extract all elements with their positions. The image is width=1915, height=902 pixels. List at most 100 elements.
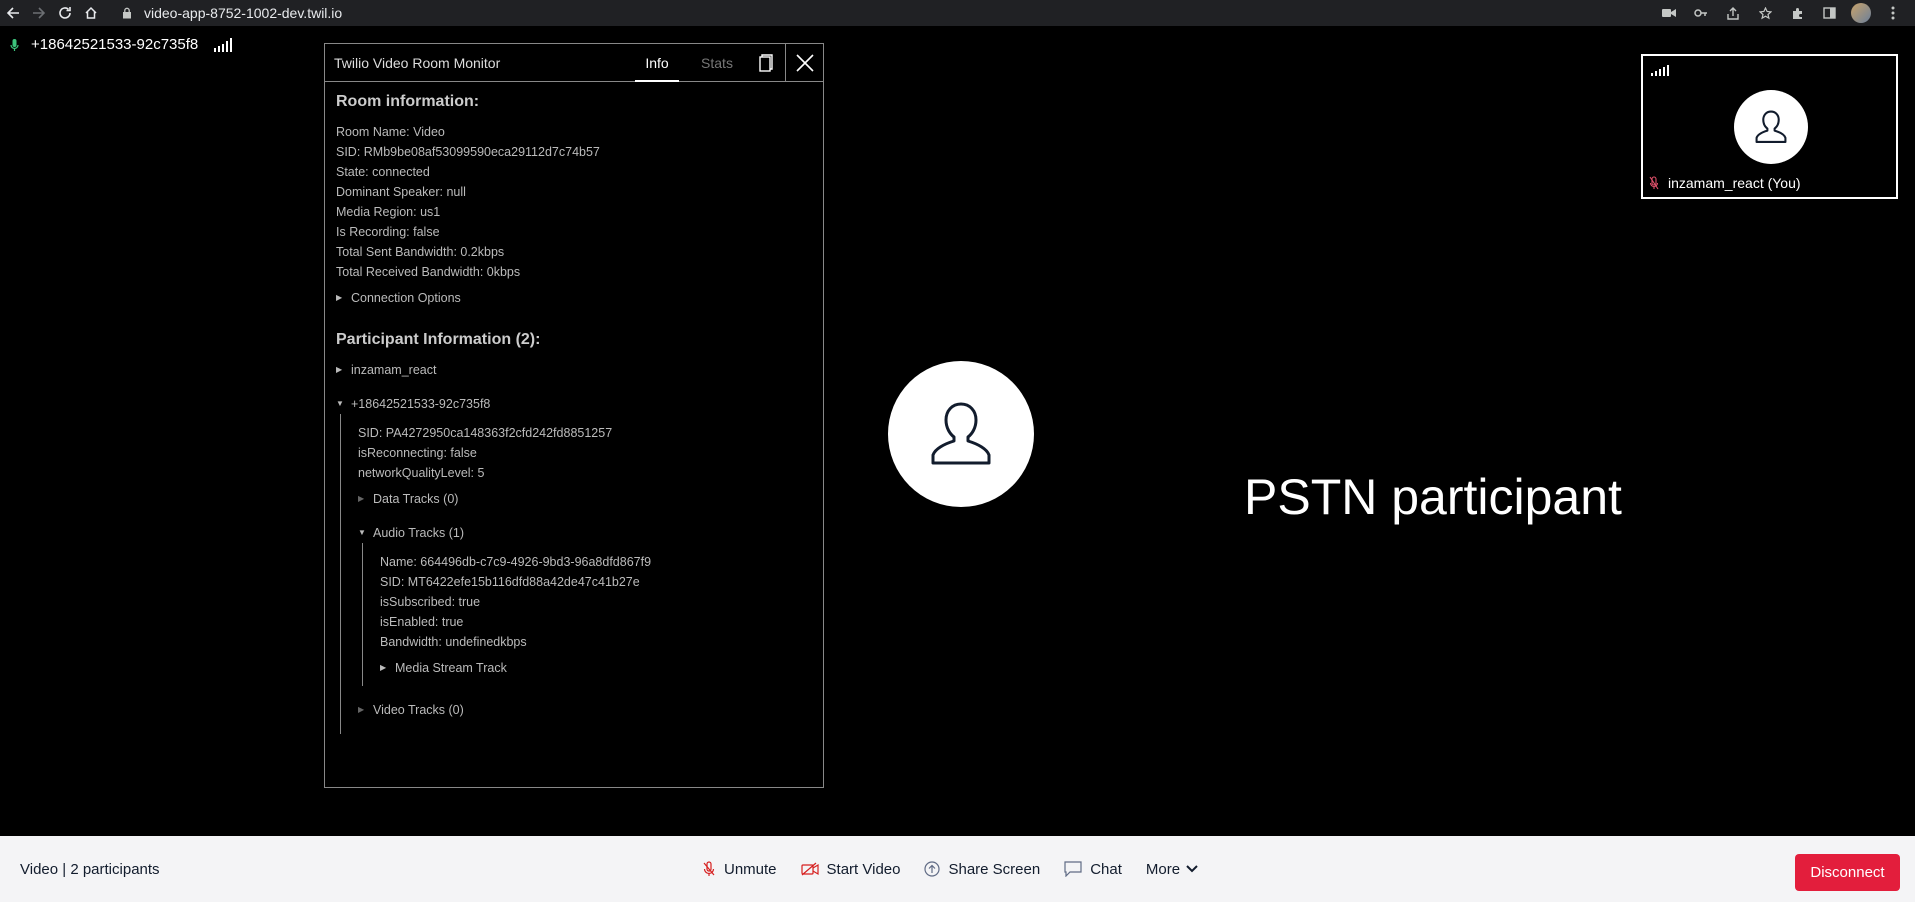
room-sid: SID: RMb9be08af53099590eca29112d7c74b57 (336, 145, 600, 159)
caret-right-icon: ▶ (358, 494, 365, 503)
user-icon (931, 402, 991, 465)
network-quality-icon (1651, 62, 1669, 76)
room-info-heading: Room information: (336, 93, 480, 110)
caret-right-icon: ▶ (336, 365, 343, 374)
caret-right-icon: ▶ (336, 293, 343, 302)
participant-name: +18642521533-92c735f8 (351, 397, 491, 411)
arrow-left-icon (6, 7, 19, 19)
menu-icon[interactable] (1877, 0, 1909, 26)
copy-button[interactable] (747, 44, 785, 81)
room-sent-bandwidth: Total Sent Bandwidth: 0.2kbps (336, 245, 505, 259)
extensions-icon[interactable] (1781, 0, 1813, 26)
audio-track-details: Name: 664496db-c7c9-4926-9bd3-96a8dfd867… (362, 543, 812, 686)
media-stream-track-toggle[interactable]: ▶ Media Stream Track (380, 658, 812, 678)
video-tracks-toggle[interactable]: ▶ Video Tracks (0) (358, 700, 812, 720)
media-stream-track-label: Media Stream Track (395, 661, 507, 675)
share-screen-icon (924, 861, 941, 877)
room-state: State: connected (336, 165, 430, 179)
start-video-label: Start Video (826, 860, 901, 878)
start-video-button[interactable]: Start Video (789, 861, 913, 878)
share-screen-button[interactable]: Share Screen (912, 861, 1052, 878)
control-bar: Video | 2 participants Unmute Start Vide… (0, 836, 1915, 902)
home-icon (85, 6, 97, 19)
room-dominant-speaker: Dominant Speaker: null (336, 185, 466, 199)
more-button[interactable]: More (1134, 861, 1210, 878)
chat-icon (1064, 861, 1082, 877)
unmute-button[interactable]: Unmute (690, 861, 789, 878)
unmute-label: Unmute (724, 860, 777, 878)
close-icon (795, 53, 814, 72)
side-panel-icon[interactable] (1813, 0, 1845, 26)
participant-reconnecting: isReconnecting: false (358, 446, 477, 460)
share-icon[interactable] (1717, 0, 1749, 26)
data-tracks-toggle[interactable]: ▶ Data Tracks (0) (358, 489, 812, 509)
local-preview-label: inzamam_react (You) (1668, 175, 1801, 191)
camera-icon[interactable] (1653, 0, 1685, 26)
disconnect-button[interactable]: Disconnect (1795, 854, 1900, 891)
track-enabled: isEnabled: true (380, 615, 464, 629)
tab-info[interactable]: Info (627, 44, 687, 82)
track-subscribed: isSubscribed: true (380, 595, 481, 609)
local-participant-label: +18642521533-92c735f8 (10, 36, 233, 53)
local-preview-tile[interactable]: inzamam_react (You) (1641, 54, 1898, 199)
room-info-text: Video | 2 participants (20, 860, 160, 878)
remote-participant-avatar (888, 361, 1034, 507)
video-off-icon (800, 862, 819, 876)
url-text: video-app-8752-1002-dev.twil.io (144, 5, 343, 21)
track-bandwidth: Bandwidth: undefinedkbps (380, 635, 527, 649)
room-media-region: Media Region: us1 (336, 205, 441, 219)
local-preview-name: inzamam_react (You) (1649, 175, 1801, 191)
user-icon (1755, 110, 1787, 143)
room-received-bandwidth: Total Received Bandwidth: 0kbps (336, 265, 521, 279)
participant-name: inzamam_react (351, 363, 437, 377)
close-button[interactable] (785, 44, 823, 81)
copy-icon (759, 53, 773, 72)
participant-network-quality: networkQualityLevel: 5 (358, 466, 485, 480)
remote-participant-label: PSTN participant (1244, 469, 1622, 525)
profile-avatar[interactable] (1845, 0, 1877, 26)
participant-toggle[interactable]: ▼ +18642521533-92c735f8 (336, 394, 812, 414)
network-quality-icon (214, 37, 233, 52)
tab-stats[interactable]: Stats (687, 44, 747, 81)
share-screen-label: Share Screen (948, 860, 1041, 878)
participant-info-heading: Participant Information (2): (336, 331, 541, 348)
star-icon[interactable] (1749, 0, 1781, 26)
more-label: More (1145, 860, 1181, 878)
address-bar[interactable]: video-app-8752-1002-dev.twil.io (122, 0, 342, 26)
mic-icon (10, 38, 19, 51)
audio-tracks-toggle[interactable]: ▼ Audio Tracks (1) (358, 523, 812, 543)
connection-options-label: Connection Options (351, 291, 461, 305)
participant-sid: SID: PA4272950ca148363f2cfd242fd8851257 (358, 426, 613, 440)
participant-details: SID: PA4272950ca148363f2cfd242fd8851257 … (340, 414, 812, 734)
arrow-right-icon (33, 7, 46, 19)
home-button[interactable] (78, 0, 104, 26)
chat-button[interactable]: Chat (1052, 861, 1134, 878)
participant-toggle[interactable]: ▶ inzamam_react (336, 360, 812, 380)
caret-down-icon: ▼ (358, 528, 366, 537)
room-monitor-panel: Twilio Video Room Monitor Info Stats Roo… (324, 43, 824, 788)
mic-muted-icon (703, 861, 715, 876)
mic-muted-icon (1649, 176, 1659, 190)
key-icon[interactable] (1685, 0, 1717, 26)
chat-label: Chat (1090, 860, 1122, 878)
track-sid: SID: MT6422efe15b116dfd88a42de47c41b27e (380, 575, 640, 589)
audio-tracks-label: Audio Tracks (1) (373, 526, 465, 540)
back-button[interactable] (0, 0, 26, 26)
data-tracks-label: Data Tracks (0) (373, 492, 459, 506)
lock-icon (123, 7, 131, 19)
chevron-down-icon (1186, 865, 1198, 873)
room-name: Room Name: Video (336, 125, 445, 139)
local-identity: +18642521533-92c735f8 (31, 36, 199, 53)
video-tracks-label: Video Tracks (0) (373, 703, 464, 717)
monitor-title: Twilio Video Room Monitor (334, 54, 501, 71)
reload-icon (59, 7, 71, 19)
connection-options-toggle[interactable]: ▶ Connection Options (336, 288, 812, 308)
caret-right-icon: ▶ (380, 663, 387, 672)
room-recording: Is Recording: false (336, 225, 440, 239)
local-avatar (1734, 90, 1808, 164)
caret-right-icon: ▶ (358, 705, 365, 714)
browser-toolbar: video-app-8752-1002-dev.twil.io (0, 0, 1915, 26)
reload-button[interactable] (52, 0, 78, 26)
forward-button[interactable] (26, 0, 52, 26)
track-name: Name: 664496db-c7c9-4926-9bd3-96a8dfd867… (380, 555, 652, 569)
